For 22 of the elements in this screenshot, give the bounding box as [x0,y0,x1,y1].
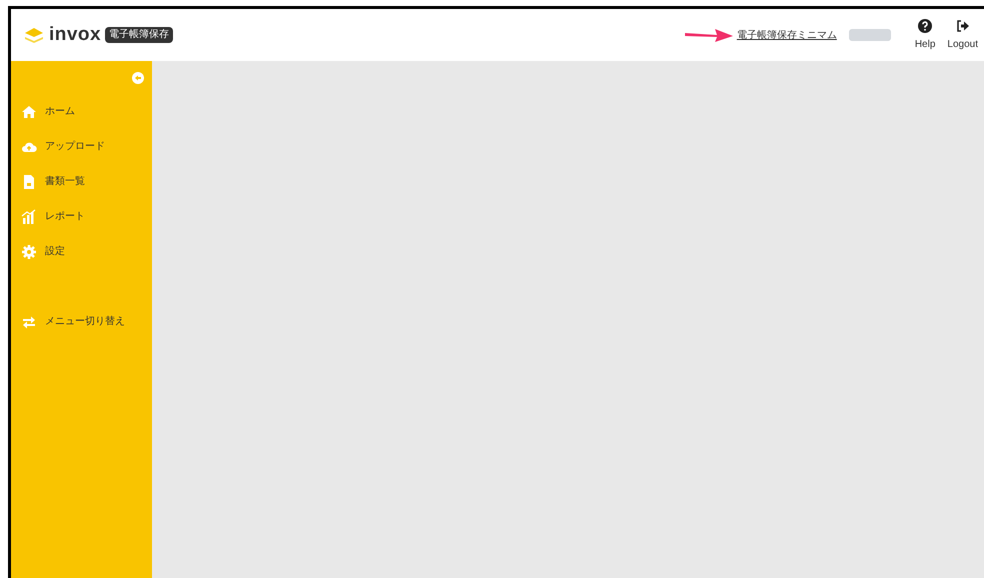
gear-icon [21,244,37,260]
logout-icon [956,18,970,32]
help-icon [918,18,932,32]
logo-icon [23,26,45,44]
collapse-icon[interactable] [132,72,144,84]
plan-link[interactable]: 電子帳簿保存ミニマム [736,28,837,42]
sidebar-item[interactable]: 設定 [11,234,152,269]
blurred-user-name [848,29,891,41]
swap-arrows-icon [21,314,37,330]
logo-text: invox [49,22,101,47]
chart-icon [21,208,37,224]
sidebar-item[interactable]: メニュー切り替え [11,304,152,339]
help-button[interactable]: Help [914,18,936,52]
home-icon [21,104,37,120]
sidebar-item[interactable]: アップロード [11,129,152,164]
sidebar-item[interactable]: ホーム [11,94,152,129]
product-badge: 電子帳簿保存 [105,27,173,43]
document-icon [21,174,37,190]
sidebar-item[interactable]: レポート [11,199,152,234]
logout-button[interactable]: Logout [947,18,978,52]
sidebar-item[interactable]: 書類一覧 [11,164,152,199]
arrow-icon [684,27,733,43]
